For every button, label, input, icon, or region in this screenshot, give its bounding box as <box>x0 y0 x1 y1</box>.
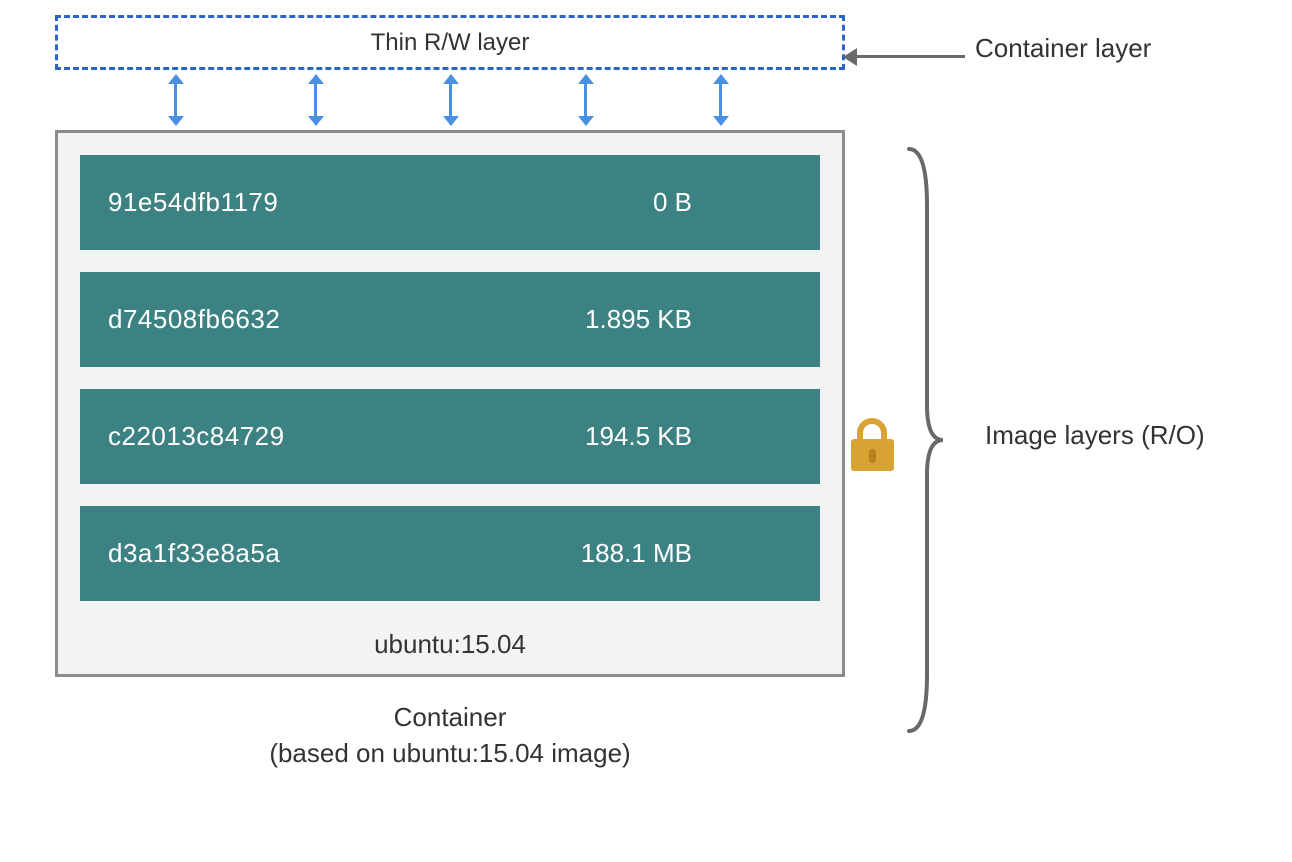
image-layer: 91e54dfb1179 0 B <box>80 155 820 250</box>
layer-hash: d3a1f33e8a5a <box>108 538 280 569</box>
container-layer-label: Container layer <box>975 33 1151 64</box>
layer-size: 1.895 KB <box>585 304 792 335</box>
double-arrow-icon <box>315 74 316 126</box>
caption-line-1: Container <box>55 699 845 735</box>
layer-hash: 91e54dfb1179 <box>108 187 278 218</box>
caption-line-2: (based on ubuntu:15.04 image) <box>55 735 845 771</box>
image-tag: ubuntu:15.04 <box>80 623 820 666</box>
rw-image-arrows <box>55 70 845 130</box>
lock-icon <box>845 415 900 475</box>
diagram-stage: Thin R/W layer 91e54dfb1179 0 B d74508fb… <box>55 15 1255 772</box>
layer-size: 0 B <box>653 187 792 218</box>
double-arrow-icon <box>585 74 586 126</box>
image-layer: d74508fb6632 1.895 KB <box>80 272 820 367</box>
image-layer: c22013c84729 194.5 KB <box>80 389 820 484</box>
double-arrow-icon <box>175 74 176 126</box>
image-layers-label: Image layers (R/O) <box>985 420 1205 451</box>
layer-hash: c22013c84729 <box>108 421 285 452</box>
arrow-left-icon <box>855 55 965 58</box>
layer-size: 188.1 MB <box>581 538 792 569</box>
image-layer: d3a1f33e8a5a 188.1 MB <box>80 506 820 601</box>
layer-hash: d74508fb6632 <box>108 304 280 335</box>
thin-rw-label: Thin R/W layer <box>371 29 530 57</box>
image-layers-box: 91e54dfb1179 0 B d74508fb6632 1.895 KB c… <box>55 130 845 677</box>
diagram-caption: Container (based on ubuntu:15.04 image) <box>55 699 845 772</box>
layer-size: 194.5 KB <box>585 421 792 452</box>
double-arrow-icon <box>450 74 451 126</box>
thin-rw-layer: Thin R/W layer <box>55 15 845 70</box>
brace-icon <box>905 145 945 735</box>
double-arrow-icon <box>720 74 721 126</box>
